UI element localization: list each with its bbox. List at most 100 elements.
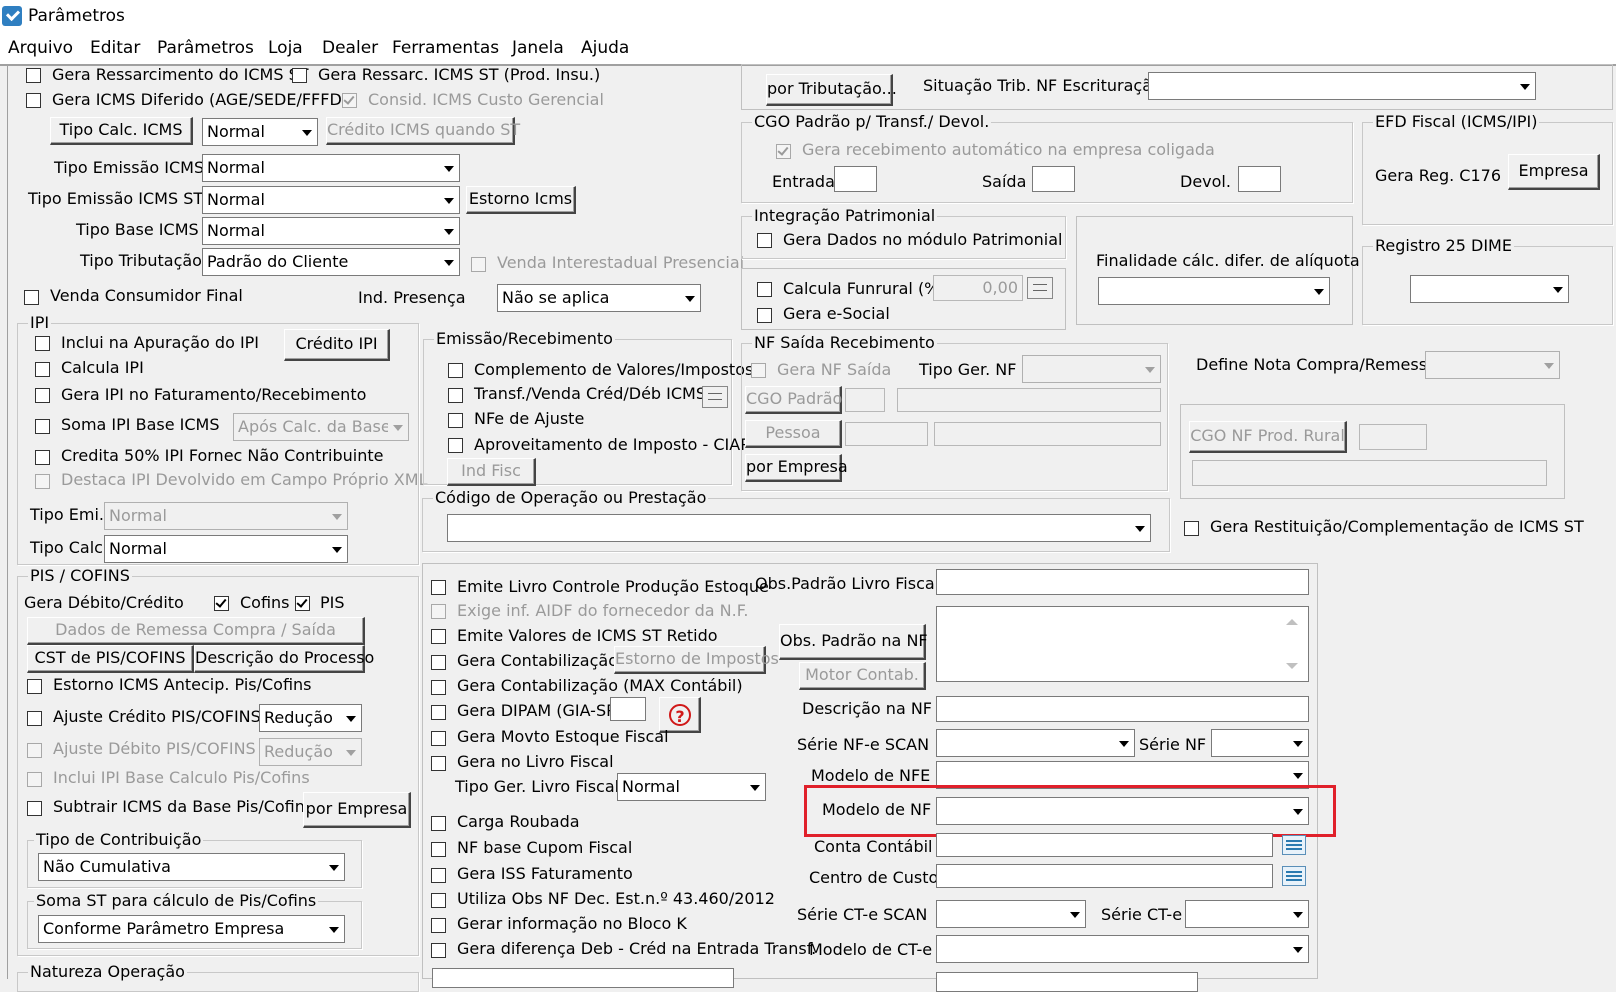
menu-ferramentas[interactable]: Ferramentas	[392, 38, 499, 58]
nf-saida-por-empresa-button[interactable]: por Empresa	[745, 454, 848, 482]
transf-checkbox[interactable]	[448, 388, 463, 403]
emite-valores-checkbox[interactable]	[431, 629, 446, 644]
inclui-ipi-base-checkbox[interactable]	[27, 772, 42, 787]
soma-ipi-base-select[interactable]: Após Calc. da Base	[233, 413, 409, 441]
consid-custo-checkbox[interactable]	[342, 93, 357, 108]
menu-ajuda[interactable]: Ajuda	[581, 38, 629, 58]
venda-interestadual-checkbox[interactable]	[471, 257, 486, 272]
pis-por-empresa-button[interactable]: por Empresa	[303, 792, 411, 828]
cgo-padrao-button[interactable]: CGO Padrão	[745, 386, 842, 414]
pessoa-button[interactable]: Pessoa	[745, 420, 842, 448]
menu-arquivo[interactable]: Arquivo	[8, 38, 73, 58]
gerar-bloco-k-checkbox[interactable]	[431, 918, 446, 933]
carga-roubada-checkbox[interactable]	[431, 816, 446, 831]
estorno-impostos-button[interactable]: Estorno de Impostos	[614, 646, 779, 674]
calcula-funrural-checkbox[interactable]	[757, 282, 772, 297]
gera-nf-saida-checkbox[interactable]	[751, 363, 766, 378]
pessoa-code-input[interactable]	[845, 422, 928, 446]
finalidade-select[interactable]	[1098, 277, 1330, 305]
gera-ressarc-prod-checkbox[interactable]	[292, 68, 307, 83]
credita50-checkbox[interactable]	[35, 450, 50, 465]
devol-input[interactable]	[1238, 166, 1281, 192]
inclui-ipi-checkbox[interactable]	[35, 336, 50, 351]
gera-movto-checkbox[interactable]	[431, 731, 446, 746]
complemento-checkbox[interactable]	[448, 363, 463, 378]
serie-cte-scan-select[interactable]	[936, 900, 1086, 928]
tipo-calc-ipi-select[interactable]: Normal	[104, 535, 348, 563]
cgo-rural-code-input[interactable]	[1359, 424, 1427, 450]
tipo-contribuicao-select[interactable]: Não Cumulativa	[38, 853, 345, 881]
gera-ressarcimento-checkbox[interactable]	[26, 68, 41, 83]
obs-nf-textarea[interactable]	[936, 606, 1309, 682]
calcula-ipi-checkbox[interactable]	[35, 362, 50, 377]
natureza-partial-input[interactable]	[432, 968, 734, 988]
tipo-tributacao-select[interactable]: Padrão do Cliente	[202, 248, 460, 276]
cst-pis-cofins-button[interactable]: CST de PIS/COFINS	[27, 645, 194, 673]
gera-iss-checkbox[interactable]	[431, 868, 446, 883]
estorno-icms-button[interactable]: Estorno Icms	[466, 186, 576, 214]
por-tributacao-button[interactable]: por Tributação...	[766, 74, 897, 106]
saida-input[interactable]	[1032, 166, 1075, 192]
ajuste-credito-select[interactable]: Redução	[259, 704, 362, 732]
cgo-rural-desc-input[interactable]	[1192, 460, 1547, 486]
serie-nfe-scan-select[interactable]	[936, 729, 1135, 757]
conta-contabil-input[interactable]	[936, 833, 1273, 857]
dados-remessa-button[interactable]: Dados de Remessa Compra / Saída	[27, 617, 365, 645]
pessoa-desc-input[interactable]	[934, 422, 1161, 446]
transf-list-icon[interactable]	[702, 386, 728, 408]
modelo-nf-select[interactable]	[936, 797, 1309, 825]
define-nota-select[interactable]	[1425, 351, 1560, 379]
gera-esocial-checkbox[interactable]	[757, 308, 772, 323]
registro25-select[interactable]	[1410, 275, 1569, 303]
dipam-input[interactable]	[610, 697, 646, 721]
credito-icms-st-button[interactable]: Crédito ICMS quando ST	[326, 117, 520, 145]
serie-cte-select[interactable]	[1185, 900, 1309, 928]
tipo-base-select[interactable]: Normal	[202, 217, 460, 245]
gera-diferido-checkbox[interactable]	[26, 93, 41, 108]
cgo-padrao-desc-input[interactable]	[897, 388, 1161, 412]
menu-editar[interactable]: Editar	[90, 38, 140, 58]
gera-contab-max-checkbox[interactable]	[431, 680, 446, 695]
ajuste-debito-select[interactable]: Redução	[259, 738, 362, 766]
menu-parametros[interactable]: Parâmetros	[157, 38, 254, 58]
gera-contab-checkbox[interactable]	[431, 655, 446, 670]
menu-janela[interactable]: Janela	[512, 38, 564, 58]
descricao-nf-input[interactable]	[936, 696, 1309, 722]
gera-ipi-fat-checkbox[interactable]	[35, 388, 50, 403]
funrural-input[interactable]: 0,00	[933, 275, 1023, 301]
funrural-list-icon[interactable]	[1027, 277, 1053, 299]
scroll-up-icon[interactable]	[1286, 619, 1298, 625]
aproveitamento-checkbox[interactable]	[448, 438, 463, 453]
nfe-ajuste-checkbox[interactable]	[448, 413, 463, 428]
soma-ipi-base-checkbox[interactable]	[35, 419, 50, 434]
estorno-icms-antecip-checkbox[interactable]	[27, 679, 42, 694]
gera-dipam-checkbox[interactable]	[431, 705, 446, 720]
situacao-trib-select[interactable]	[1148, 72, 1536, 100]
tipo-emi-select[interactable]: Normal	[104, 502, 348, 530]
pis-checkbox[interactable]	[295, 596, 310, 611]
cgo-padrao-code-input[interactable]	[845, 388, 885, 412]
destaca-ipi-checkbox[interactable]	[35, 474, 50, 489]
partial-bottom-input[interactable]	[936, 972, 1198, 992]
gera-diferenca-checkbox[interactable]	[431, 943, 446, 958]
tipo-calc-icms-select[interactable]: Normal	[202, 118, 318, 146]
gera-recebimento-checkbox[interactable]	[776, 144, 791, 159]
centro-custo-list-icon[interactable]	[1282, 866, 1306, 886]
exige-aidf-checkbox[interactable]	[431, 604, 446, 619]
ajuste-debito-checkbox[interactable]	[27, 743, 42, 758]
gera-restituicao-checkbox[interactable]	[1184, 521, 1199, 536]
utiliza-obs-checkbox[interactable]	[431, 893, 446, 908]
cofins-checkbox[interactable]	[214, 596, 229, 611]
cgo-rural-button[interactable]: CGO NF Prod. Rural	[1189, 421, 1347, 453]
menu-dealer[interactable]: Dealer	[322, 38, 378, 58]
scroll-down-icon[interactable]	[1286, 663, 1298, 669]
centro-custo-input[interactable]	[936, 864, 1273, 888]
menu-loja[interactable]: Loja	[268, 38, 303, 58]
modelo-cte-select[interactable]	[936, 935, 1309, 963]
codigo-operacao-select[interactable]	[447, 514, 1151, 542]
subtrair-icms-checkbox[interactable]	[27, 801, 42, 816]
motor-contab-button[interactable]: Motor Contab.	[799, 662, 926, 690]
gera-dados-patrimonial-checkbox[interactable]	[757, 233, 772, 248]
tipo-calc-icms-button[interactable]: Tipo Calc. ICMS	[50, 117, 193, 145]
ajuste-credito-checkbox[interactable]	[27, 711, 42, 726]
